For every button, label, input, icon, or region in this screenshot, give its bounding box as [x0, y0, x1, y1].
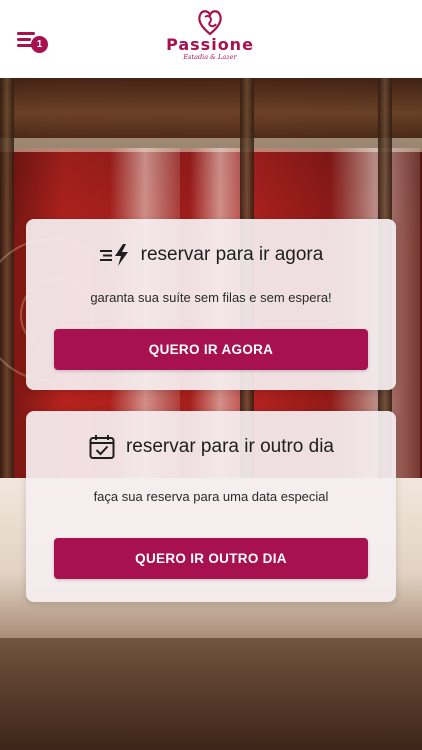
reserve-later-subtitle: faça sua reserva para uma data especial	[93, 489, 329, 504]
reserve-later-title: reservar para ir outro dia	[125, 436, 335, 457]
app-header: 1 Passione Estadia & Lazer	[0, 0, 422, 78]
brand-logo: Passione Estadia & Lazer	[160, 8, 260, 70]
logo-tagline: Estadia & Lazer	[183, 53, 237, 61]
reserve-later-card: reservar para ir outro dia faça sua rese…	[26, 411, 396, 602]
fast-lightning-icon	[99, 244, 128, 266]
reserve-later-title-row: reservar para ir outro dia	[26, 433, 396, 461]
go-now-button[interactable]: QUERO IR AGORA	[54, 329, 368, 370]
calendar-check-icon	[89, 435, 115, 459]
reserve-now-title-row: reservar para ir agora	[26, 243, 396, 267]
notification-badge: 1	[31, 36, 48, 53]
reserve-now-card: reservar para ir agora garanta sua suíte…	[26, 219, 396, 390]
reserve-now-subtitle: garanta sua suíte sem filas e sem espera…	[90, 290, 332, 305]
heart-logo-icon	[198, 10, 222, 36]
go-other-day-button[interactable]: QUERO IR OUTRO DIA	[54, 538, 368, 579]
logo-name: Passione	[166, 35, 254, 54]
reserve-now-title: reservar para ir agora	[140, 244, 324, 265]
